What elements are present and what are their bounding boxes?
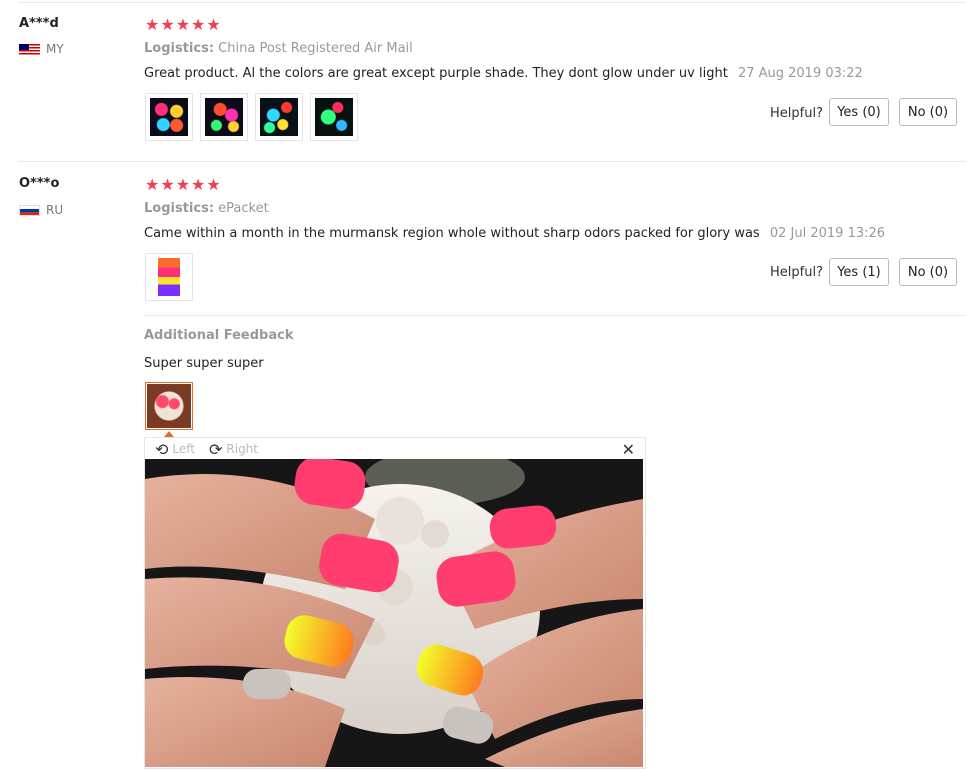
review-photo-thumb[interactable] xyxy=(310,93,358,141)
review-photo xyxy=(147,384,191,428)
reviewer-name: O***o xyxy=(19,176,60,191)
helpful-yes-button[interactable]: Yes (0) xyxy=(829,98,889,126)
rotate-left-button[interactable]: ⟲ Left xyxy=(155,440,195,459)
review-date: 27 Aug 2019 03:22 xyxy=(737,66,863,81)
additional-photo-thumb[interactable] xyxy=(145,382,193,430)
helpful-yes-button[interactable]: Yes (1) xyxy=(829,258,889,286)
viewer-large-photo xyxy=(145,459,643,767)
review-text-line: Great product. Al the colors are great e… xyxy=(144,66,863,81)
logistics-line: Logistics: ePacket xyxy=(144,201,269,216)
rotate-right-label: Right xyxy=(226,442,258,456)
top-divider xyxy=(18,2,966,3)
review-photo xyxy=(260,98,298,136)
country-code: MY xyxy=(46,42,64,56)
helpful-label: Helpful? xyxy=(770,106,823,121)
logistics-line: Logistics: China Post Registered Air Mai… xyxy=(144,41,413,56)
review-divider xyxy=(18,161,966,162)
review-photo xyxy=(158,258,180,296)
rotate-left-icon: ⟲ xyxy=(155,439,169,459)
rotate-left-label: Left xyxy=(172,442,195,456)
review-photo xyxy=(315,98,353,136)
review-date: 02 Jul 2019 13:26 xyxy=(769,226,886,241)
logistics-label: Logistics: xyxy=(144,201,215,216)
review-photo-thumb[interactable] xyxy=(200,93,248,141)
rating-stars: ★★★★★ xyxy=(145,175,222,194)
reviewer-country: MY xyxy=(19,42,64,56)
reviewer-name: A***d xyxy=(19,16,59,31)
reviewer-country: RU xyxy=(19,203,63,217)
review-photo-thumb[interactable] xyxy=(255,93,303,141)
rating-stars: ★★★★★ xyxy=(145,15,222,34)
review-text-line: Came within a month in the murmansk regi… xyxy=(144,226,885,241)
nail-photo xyxy=(145,459,643,767)
rotate-right-icon: ⟳ xyxy=(208,439,223,459)
logistics-label: Logistics: xyxy=(144,41,215,56)
review-photo-thumb[interactable] xyxy=(145,93,193,141)
review-text: Great product. Al the colors are great e… xyxy=(144,66,728,81)
additional-feedback-text: Super super super xyxy=(144,356,264,371)
country-code: RU xyxy=(46,203,64,217)
helpful-no-button[interactable]: No (0) xyxy=(899,98,957,126)
additional-feedback-title: Additional Feedback xyxy=(144,328,294,343)
review-photo-thumb[interactable] xyxy=(145,253,193,301)
flag-icon xyxy=(19,204,40,216)
logistics-value: ePacket xyxy=(218,201,269,216)
helpful-label: Helpful? xyxy=(770,265,823,280)
rotate-right-button[interactable]: ⟳ Right xyxy=(209,440,258,459)
close-icon[interactable]: ✕ xyxy=(622,440,635,459)
viewer-toolbar: ⟲ Left ⟳ Right ✕ xyxy=(145,438,645,460)
flag-icon xyxy=(19,43,40,55)
review-photo xyxy=(150,98,188,136)
logistics-value: China Post Registered Air Mail xyxy=(218,41,413,56)
feedback-divider xyxy=(144,315,966,316)
review-text: Came within a month in the murmansk regi… xyxy=(144,226,760,241)
helpful-no-button[interactable]: No (0) xyxy=(899,258,957,286)
review-photo xyxy=(205,98,243,136)
